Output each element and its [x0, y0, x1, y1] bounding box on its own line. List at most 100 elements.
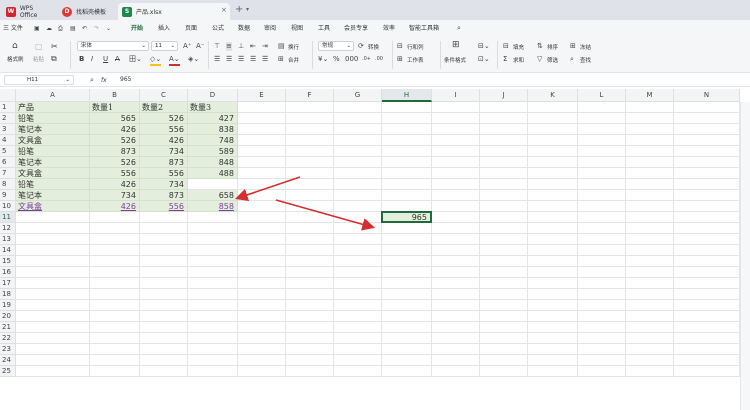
empty-cell[interactable] [528, 256, 578, 267]
empty-cell[interactable] [432, 234, 480, 245]
empty-cell[interactable] [528, 278, 578, 289]
cell-d5[interactable]: 589 [188, 146, 238, 157]
cell-a5[interactable]: 铅笔 [16, 146, 90, 157]
empty-cell[interactable] [334, 124, 382, 135]
empty-cell[interactable] [140, 267, 188, 278]
empty-cell[interactable] [674, 355, 740, 366]
empty-cell[interactable] [334, 278, 382, 289]
menu-page[interactable]: 页面 [185, 23, 197, 34]
empty-cell[interactable] [480, 300, 528, 311]
cell-b1[interactable]: 数量1 [90, 102, 140, 113]
empty-cell[interactable] [334, 289, 382, 300]
cell-c7[interactable]: 556 [140, 168, 188, 179]
empty-cell[interactable] [140, 223, 188, 234]
empty-cell[interactable] [140, 333, 188, 344]
empty-cell[interactable] [90, 245, 140, 256]
empty-cell[interactable] [626, 201, 674, 212]
row-header-19[interactable]: 19 [0, 300, 16, 311]
empty-cell[interactable] [674, 102, 740, 113]
convert-button[interactable]: 转换 [368, 43, 379, 51]
empty-cell[interactable] [90, 234, 140, 245]
empty-cell[interactable] [382, 168, 432, 179]
empty-cell[interactable] [90, 344, 140, 355]
font-name-select[interactable]: 宋体 ⌄ [77, 41, 149, 51]
row-header-10[interactable]: 10 [0, 201, 16, 212]
wrap-icon[interactable]: ▤ [278, 42, 285, 51]
cell-a7[interactable]: 文具盒 [16, 168, 90, 179]
empty-cell[interactable] [578, 245, 626, 256]
cell-a2[interactable]: 铅笔 [16, 113, 90, 124]
empty-cell[interactable] [16, 300, 90, 311]
empty-cell[interactable] [578, 344, 626, 355]
distribute-icon[interactable]: ☰ [262, 55, 268, 64]
cell-c4[interactable]: 426 [140, 135, 188, 146]
row-header-14[interactable]: 14 [0, 245, 16, 256]
empty-cell[interactable] [140, 245, 188, 256]
empty-cell[interactable] [238, 267, 286, 278]
redo-icon[interactable]: ↷ [94, 24, 99, 33]
empty-cell[interactable] [432, 300, 480, 311]
empty-cell[interactable] [16, 278, 90, 289]
close-tab-icon[interactable]: × [221, 6, 227, 14]
empty-cell[interactable] [480, 124, 528, 135]
empty-cell[interactable] [16, 333, 90, 344]
empty-cell[interactable] [286, 124, 334, 135]
menu-view[interactable]: 视图 [291, 23, 303, 34]
column-header-l[interactable]: L [578, 89, 626, 102]
cell-d9[interactable]: 658 [188, 190, 238, 201]
empty-cell[interactable] [140, 300, 188, 311]
row-header-22[interactable]: 22 [0, 333, 16, 344]
row-header-21[interactable]: 21 [0, 322, 16, 333]
empty-cell[interactable] [480, 344, 528, 355]
cell-d10[interactable]: 858 [188, 201, 238, 212]
cell-c3[interactable]: 556 [140, 124, 188, 135]
empty-cell[interactable] [16, 223, 90, 234]
empty-cell[interactable] [626, 146, 674, 157]
empty-cell[interactable] [188, 322, 238, 333]
empty-cell[interactable] [578, 289, 626, 300]
empty-cell[interactable] [480, 146, 528, 157]
empty-cell[interactable] [188, 355, 238, 366]
empty-cell[interactable] [238, 190, 286, 201]
empty-cell[interactable] [238, 245, 286, 256]
empty-cell[interactable] [286, 366, 334, 377]
border-icon[interactable]: 田⌄ [129, 55, 142, 64]
empty-cell[interactable] [674, 212, 740, 223]
empty-cell[interactable] [16, 355, 90, 366]
currency-icon[interactable]: ¥⌄ [318, 55, 328, 64]
empty-cell[interactable] [578, 179, 626, 190]
percent-icon[interactable]: % [333, 55, 340, 64]
empty-cell[interactable] [674, 190, 740, 201]
cell-c1[interactable]: 数量2 [140, 102, 188, 113]
row-header-3[interactable]: 3 [0, 124, 16, 135]
empty-cell[interactable] [432, 322, 480, 333]
empty-cell[interactable] [480, 289, 528, 300]
empty-cell[interactable] [480, 234, 528, 245]
cell-c8[interactable]: 734 [140, 179, 188, 190]
empty-cell[interactable] [432, 102, 480, 113]
empty-cell[interactable] [238, 146, 286, 157]
empty-cell[interactable] [528, 179, 578, 190]
row-header-2[interactable]: 2 [0, 113, 16, 124]
row-header-18[interactable]: 18 [0, 289, 16, 300]
empty-cell[interactable] [382, 355, 432, 366]
empty-cell[interactable] [382, 113, 432, 124]
empty-cell[interactable] [334, 102, 382, 113]
cut-icon[interactable]: ✂ [51, 42, 58, 51]
empty-cell[interactable] [16, 366, 90, 377]
empty-cell[interactable] [90, 355, 140, 366]
sum-icon[interactable]: Σ [503, 55, 507, 64]
vertical-scrollbar[interactable] [740, 102, 750, 410]
empty-cell[interactable] [238, 179, 286, 190]
empty-cell[interactable] [90, 212, 140, 223]
empty-cell[interactable] [286, 311, 334, 322]
empty-cell[interactable] [626, 311, 674, 322]
indent-increase-icon[interactable]: ⇥ [262, 42, 268, 51]
empty-cell[interactable] [480, 179, 528, 190]
cell-style-icon[interactable]: ⊟⌄ [478, 42, 490, 51]
empty-cell[interactable] [238, 256, 286, 267]
empty-cell[interactable] [238, 234, 286, 245]
empty-cell[interactable] [432, 146, 480, 157]
empty-cell[interactable] [432, 245, 480, 256]
merge-button[interactable]: 合并 [288, 56, 299, 64]
